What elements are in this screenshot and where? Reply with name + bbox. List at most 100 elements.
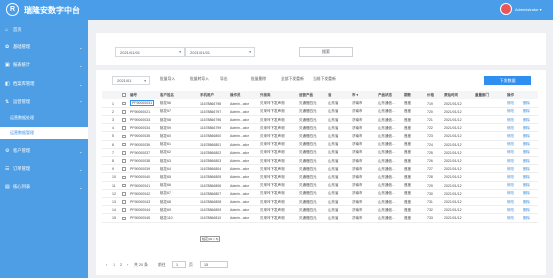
delete-link[interactable]: 删除 [523, 124, 530, 132]
page-input[interactable]: 1 [172, 261, 186, 268]
row-checkbox[interactable] [122, 108, 126, 116]
edit-link[interactable]: 修改 [507, 157, 514, 165]
col-header[interactable]: 产品状态 [378, 91, 392, 99]
col-header[interactable]: 价格 [427, 91, 434, 99]
sidebar-item-orders[interactable]: ☰ 订单管理 ⌄ [0, 161, 88, 177]
sidebar-item-operations[interactable]: ⇅ 运营管理 ⌃ [0, 94, 88, 110]
table-row[interactable]: 6 PF90000036 桃花61 11678866801 Admin...ator 贝采… [102, 141, 538, 149]
row-checkbox[interactable] [122, 165, 126, 173]
delete-link[interactable]: 删除 [523, 206, 530, 214]
page-2-button[interactable]: 2 [120, 263, 122, 267]
delete-link[interactable]: 删除 [523, 116, 530, 124]
col-header[interactable]: 市 ▾ [352, 91, 358, 99]
delete-link[interactable]: 删除 [523, 100, 530, 108]
table-row[interactable]: 1 PF90000031 桃花56 11678866798 Admin...ator 贝采… [102, 99, 538, 108]
table-row[interactable]: 9 PF90000039 桃花64 11678866804 Admin...ator 贝采… [102, 165, 538, 174]
edit-link[interactable]: 修改 [507, 149, 514, 157]
table-row[interactable]: 10 PF90000040 桃花65 11678866805 Admin...ator 贝… [102, 173, 538, 182]
sidebar-item-basic[interactable]: ✿ 基础管理 ⌄ [0, 39, 88, 55]
delete-link[interactable]: 删除 [523, 141, 530, 149]
page-1-button[interactable]: 1 [113, 263, 115, 267]
date-from-select[interactable]: 2021/01/01 ▾ [115, 47, 185, 57]
col-header[interactable]: 运营产品 [299, 91, 313, 99]
row-checkbox[interactable] [122, 141, 126, 149]
batch-transfer-button[interactable]: 批量转导入 [190, 77, 209, 82]
edit-link[interactable]: 修改 [507, 116, 514, 124]
row-checkbox[interactable] [122, 182, 126, 190]
prev-page-button[interactable]: ‹ [106, 263, 107, 267]
table-row[interactable]: 14 PF90000044 桃花69 11678866809 Admin...ator 贝… [102, 206, 538, 215]
user-menu[interactable]: Administrator ▾ [515, 7, 542, 12]
col-header[interactable]: 客户姓名 [160, 91, 174, 99]
table-row[interactable]: 13 PF90000043 桃花68 11678866808 Admin...ator 贝… [102, 198, 538, 207]
sidebar-subitem-manage[interactable]: 运营数据管理 [0, 127, 88, 139]
batch-import-button[interactable]: 批量导入 [160, 77, 175, 82]
avatar[interactable] [500, 3, 512, 15]
row-checkbox[interactable] [122, 198, 126, 206]
sidebar-item-core[interactable]: ▤ 核心列表 ⌄ [0, 179, 88, 195]
edit-link[interactable]: 修改 [507, 141, 514, 149]
table-row[interactable]: 8 PF90000038 桃花63 11678866803 Admin...ator 贝采… [102, 157, 538, 166]
row-checkbox[interactable] [122, 173, 126, 181]
delete-link[interactable]: 删除 [523, 214, 530, 222]
edit-link[interactable]: 修改 [507, 100, 514, 108]
row-checkbox[interactable] [122, 132, 126, 140]
search-button[interactable]: 搜索 [299, 47, 353, 57]
table-row[interactable]: 4 PF90000034 桃花59 11678866799 Admin...ator 贝采… [102, 124, 538, 133]
delete-link[interactable]: 删除 [523, 173, 530, 181]
col-header[interactable]: 重量部门 [475, 91, 489, 99]
edit-link[interactable]: 修改 [507, 132, 514, 140]
col-header[interactable]: 期数 [404, 91, 411, 99]
delete-link[interactable]: 删除 [523, 182, 530, 190]
row-checkbox[interactable] [122, 149, 126, 157]
col-header[interactable]: 原始时间 [444, 91, 458, 99]
delete-link[interactable]: 删除 [523, 165, 530, 173]
delete-link[interactable]: 删除 [523, 149, 530, 157]
delete-link[interactable]: 删除 [523, 157, 530, 165]
table-row[interactable]: 3 PF90000033 桃花58 11678866796 Admin...ator 贝采… [102, 116, 538, 125]
delete-link[interactable]: 删除 [523, 198, 530, 206]
edit-link[interactable]: 修改 [507, 124, 514, 132]
table-row[interactable]: 5 PF90000035 桃花60 11678866800 Admin...ator 贝采… [102, 132, 538, 141]
row-checkbox[interactable] [122, 206, 126, 214]
page-size-select[interactable]: 15 [200, 261, 228, 268]
table-row[interactable]: 11 PF90000041 桃花66 11678866806 Admin...ator 贝… [102, 182, 538, 190]
edit-link[interactable]: 修改 [507, 214, 514, 222]
table-row[interactable]: 15 PF90000045 桃花110 11678866810 Admin...ator… [102, 214, 538, 223]
table-row[interactable]: 7 PF90000037 桃花62 11678866802 Admin...ator 贝采… [102, 149, 538, 157]
row-checkbox[interactable] [122, 116, 126, 124]
col-header[interactable]: 操作员 [230, 91, 241, 99]
col-header[interactable]: 外接类 [260, 91, 271, 99]
delete-link[interactable]: 删除 [523, 108, 530, 116]
col-header[interactable]: 编号 [130, 91, 137, 99]
table-row[interactable]: 2 PF90000021 桃花57 11678866797 Admin...ator 贝采… [102, 108, 538, 116]
row-checkbox[interactable] [122, 157, 126, 165]
date-to-select[interactable]: 2021/01/01 ▾ [185, 47, 255, 57]
export-button[interactable]: 导出 [220, 77, 228, 82]
edit-link[interactable]: 修改 [507, 198, 514, 206]
next-page-button[interactable]: › [127, 263, 128, 267]
edit-link[interactable]: 修改 [507, 173, 514, 181]
edit-link[interactable]: 修改 [507, 190, 514, 198]
sidebar-item-customer[interactable]: ⚙ 客户管理 ⌄ [0, 143, 88, 159]
period-select[interactable]: 2021/01 ▾ [112, 76, 150, 85]
col-header[interactable]: 手机用户 [200, 91, 214, 99]
sidebar-item-report[interactable]: ▣ 报表统计 ⌄ [0, 57, 88, 73]
sidebar-subitem-process[interactable]: 运营数据处理 [0, 112, 88, 124]
edit-link[interactable]: 修改 [507, 108, 514, 116]
select-all-checkbox[interactable] [122, 91, 126, 99]
delete-link[interactable]: 删除 [523, 132, 530, 140]
send-data-button[interactable]: 下发数据 [484, 76, 531, 85]
sidebar-item-archive[interactable]: ◧ 档案库管理 ⌄ [0, 76, 88, 92]
edit-link[interactable]: 修改 [507, 206, 514, 214]
col-header[interactable]: 操作 [507, 91, 514, 99]
table-row[interactable]: 12 PF90000042 桃花67 11678866807 Admin...ator 贝… [102, 190, 538, 198]
edit-link[interactable]: 修改 [507, 165, 514, 173]
sidebar-item-home[interactable]: ⌂ 首页 [0, 22, 88, 38]
col-header[interactable]: 省 [328, 91, 332, 99]
row-checkbox[interactable] [122, 214, 126, 222]
resend-all-button[interactable]: 全部下发重新 [281, 77, 304, 82]
row-checkbox[interactable] [122, 190, 126, 198]
edit-link[interactable]: 修改 [507, 182, 514, 190]
row-checkbox[interactable] [122, 100, 126, 108]
